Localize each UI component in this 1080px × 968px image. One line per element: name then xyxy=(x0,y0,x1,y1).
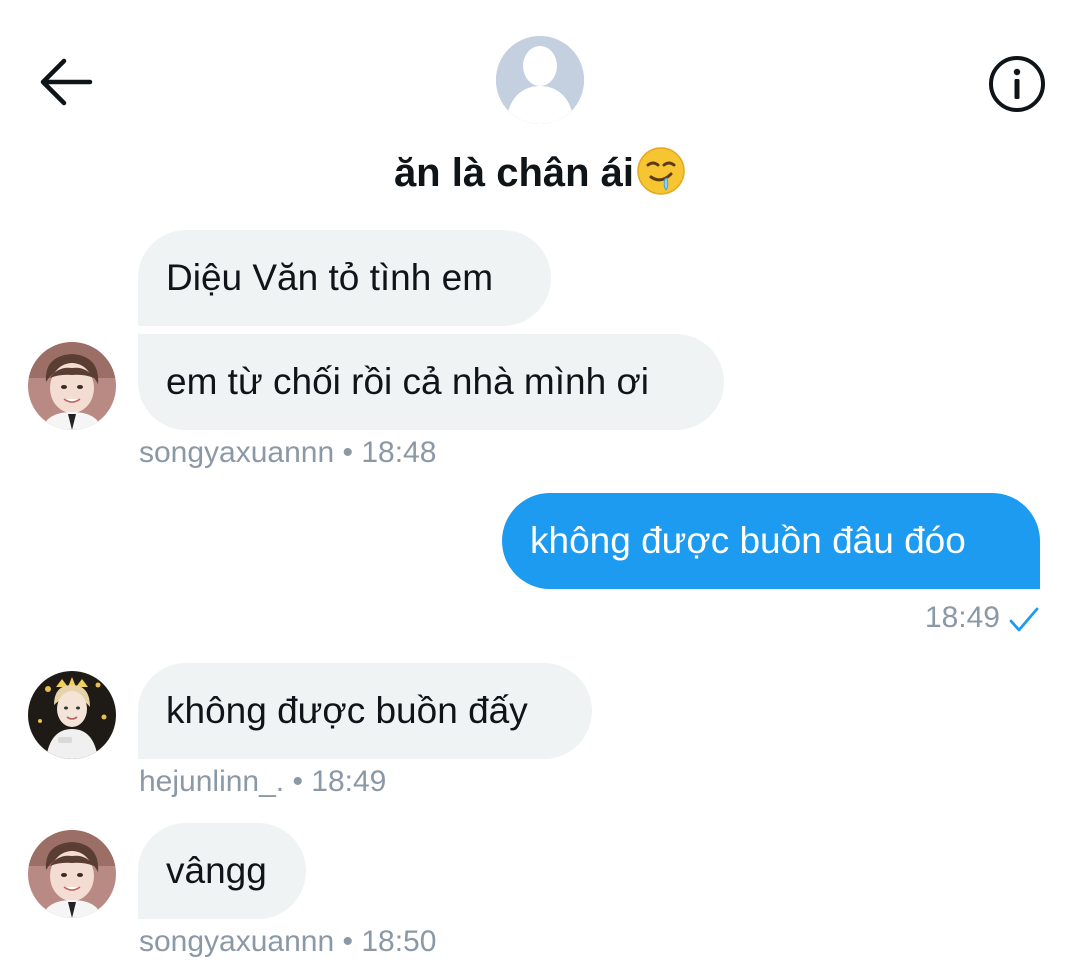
message-meta: hejunlinn_. • 18:49 xyxy=(139,765,387,798)
conversation-info-button[interactable] xyxy=(988,55,1046,113)
message-bubble-incoming[interactable]: em từ chối rồi cả nhà mình ơi xyxy=(138,334,724,430)
message-bubble-outgoing[interactable]: không được buồn đâu đóo xyxy=(502,493,1040,589)
conversation-title-text: ăn là chân ái xyxy=(393,151,635,195)
message-time: 18:49 xyxy=(924,601,1000,634)
message-text: em từ chối rồi cả nhà mình ơi xyxy=(166,361,649,402)
message-bubble-incoming[interactable]: Diệu Văn tỏ tình em xyxy=(138,230,551,326)
drooling-face-emoji-icon xyxy=(636,146,686,196)
message-text: vângg xyxy=(166,850,267,891)
message-text: không được buồn đâu đóo xyxy=(530,520,966,561)
message-bubble-incoming[interactable]: vângg xyxy=(138,823,306,919)
message-meta: songyaxuannn • 18:48 xyxy=(139,436,437,469)
info-icon xyxy=(989,56,1045,112)
default-profile-silhouette-icon xyxy=(496,36,584,124)
message-text: Diệu Văn tỏ tình em xyxy=(166,257,494,298)
avatar-songyaxuannn[interactable] xyxy=(28,830,116,918)
message-text: không được buồn đấy xyxy=(166,690,528,731)
group-avatar[interactable] xyxy=(496,36,584,124)
message-bubble-incoming[interactable]: không được buồn đấy xyxy=(138,663,592,759)
message-meta: songyaxuannn • 18:50 xyxy=(139,925,437,958)
conversation-title: ăn là chân ái xyxy=(0,146,1080,199)
avatar-songyaxuannn[interactable] xyxy=(28,342,116,430)
back-button[interactable] xyxy=(38,56,94,108)
arrow-left-icon xyxy=(40,58,93,106)
checkmark-icon xyxy=(1009,607,1039,632)
avatar-hejunlinn[interactable] xyxy=(28,671,116,759)
